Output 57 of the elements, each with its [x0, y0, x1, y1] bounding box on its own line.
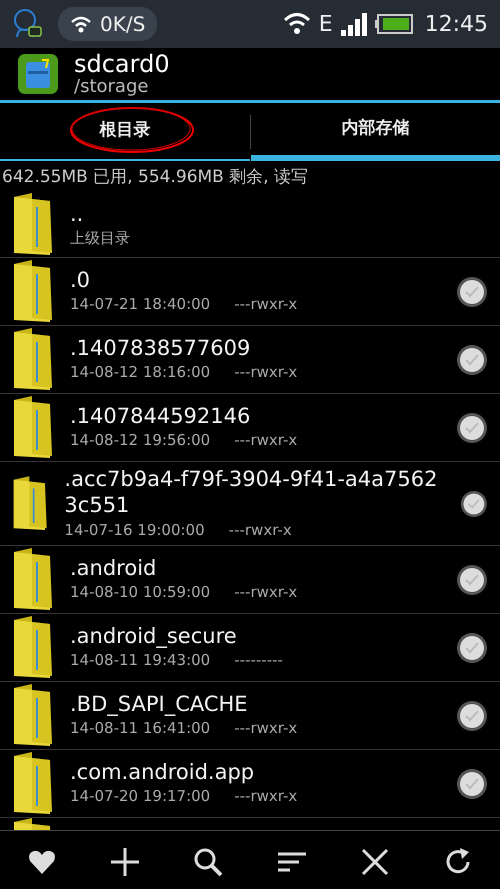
file-permissions: ---rwxr-x — [234, 362, 298, 384]
tab[interactable]: 内部存储 — [250, 103, 500, 161]
folder-icon — [12, 396, 54, 460]
folder-path: /storage — [74, 77, 150, 98]
wifi-icon — [70, 15, 92, 33]
clock: 12:45 — [424, 10, 488, 38]
file-permissions: ---rwxr-x — [234, 582, 298, 604]
checkbox[interactable] — [456, 344, 488, 376]
battery-icon — [374, 14, 413, 34]
checkbox[interactable] — [456, 564, 488, 596]
folder-icon — [12, 328, 54, 392]
file-permissions: ---rwxr-x — [228, 520, 292, 540]
folder-icon — [12, 684, 54, 748]
checkbox[interactable] — [456, 412, 488, 444]
file-date: 14-07-20 19:17:00 — [70, 786, 210, 808]
file-name: .acc7b9a4-f79f-3904-9f41-a4a75623c551 — [64, 466, 438, 518]
file-name: .1407838577609 — [70, 335, 252, 362]
file-permissions: ---rwxr-x — [234, 294, 298, 316]
network-speed: 0K/S — [100, 11, 146, 38]
file-name: .. — [70, 200, 84, 227]
file-name: .0 — [70, 267, 92, 294]
file-date: 14-08-11 16:41:00 — [70, 718, 210, 740]
folder-icon — [12, 616, 54, 680]
file-name: .1407844592146 — [70, 403, 252, 430]
app-icon — [18, 54, 58, 94]
tab[interactable]: 根目录 — [0, 103, 250, 161]
add-icon — [110, 847, 140, 877]
search-icon — [193, 847, 224, 877]
checkbox[interactable] — [456, 276, 488, 308]
file-date: 14-07-21 18:40:00 — [70, 294, 210, 316]
file-date: 14-08-12 18:16:00 — [70, 362, 210, 384]
file-date: 14-08-10 10:59:00 — [70, 582, 210, 604]
file-permissions: ---rwxr-x — [234, 718, 298, 740]
close-icon — [360, 847, 390, 877]
folder-icon — [12, 752, 54, 816]
storage-info: 642.55MB 已用, 554.96MB 剩余, 读写 — [1, 166, 310, 189]
wifi-icon — [282, 11, 311, 37]
file-date: 14-08-11 19:43:00 — [70, 650, 210, 672]
checkbox[interactable] — [456, 768, 488, 800]
signal-icon — [340, 12, 367, 36]
folder-icon — [12, 193, 54, 257]
network-type: E — [318, 10, 333, 38]
checkbox[interactable] — [456, 632, 488, 664]
folder-icon — [12, 548, 54, 612]
folder-description: 上级目录 — [70, 228, 131, 249]
file-name: .com.android.app — [70, 759, 256, 786]
file-name: .android — [70, 555, 158, 582]
file-permissions: ---rwxr-x — [234, 430, 298, 452]
folder-icon — [12, 260, 54, 324]
checkbox[interactable] — [456, 700, 488, 732]
file-permissions: --------- — [234, 650, 283, 672]
file-name: .BD_SAPI_CACHE — [70, 691, 249, 718]
file-permissions: ---rwxr-x — [234, 786, 298, 808]
file-date: 14-07-16 19:00:00 — [64, 520, 205, 540]
file-date: 14-08-12 19:56:00 — [70, 430, 210, 452]
folder-title: sdcard0 — [74, 50, 170, 78]
file-name: .android_secure — [70, 623, 238, 650]
